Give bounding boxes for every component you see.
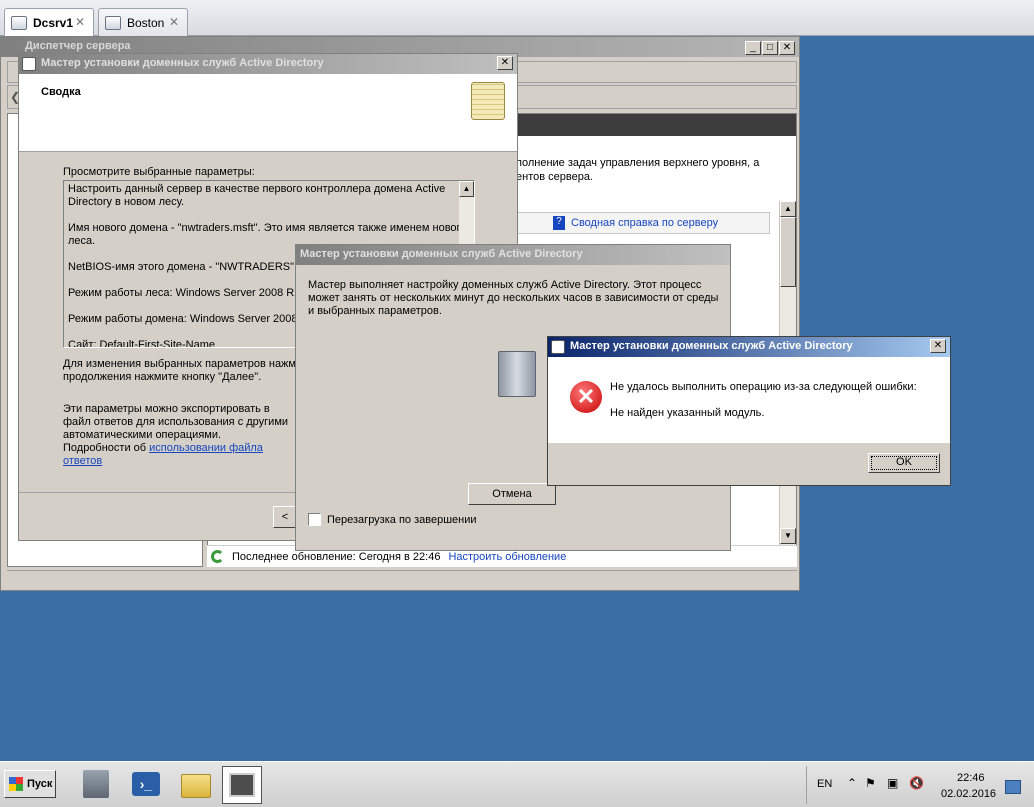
tab-boston[interactable]: Boston ✕ — [98, 8, 188, 36]
progress-title: Мастер установки доменных служб Active D… — [300, 248, 583, 260]
review-label: Просмотрите выбранные параметры: — [63, 166, 255, 178]
change-instructions: Для изменения выбранных параметров нажм … — [63, 358, 296, 383]
answer-file-link-2[interactable]: ответов — [63, 455, 102, 467]
close-icon[interactable]: ✕ — [169, 15, 179, 29]
close-button[interactable]: ✕ — [930, 339, 946, 353]
vm-icon — [11, 15, 27, 30]
error-icon: ✕ — [570, 381, 602, 413]
refresh-icon — [211, 550, 224, 563]
error-line-2: Не найден указанный модуль. — [610, 407, 765, 419]
answer-file-link[interactable]: использовании файла — [149, 442, 263, 454]
explorer-folder-icon[interactable] — [176, 766, 216, 804]
vm-tab-bar: Dcsrv1 ✕ Boston ✕ — [0, 0, 1034, 36]
error-line-1: Не удалось выполнить операцию из-за след… — [610, 381, 917, 393]
start-button[interactable]: Пуск — [4, 770, 56, 798]
export-text: Эти параметры можно экспортировать в фай… — [63, 403, 289, 441]
vm-icon — [105, 15, 121, 30]
windows-logo-icon — [9, 777, 23, 791]
reboot-label: Перезагрузка по завершении — [327, 513, 477, 526]
error-body: ✕ Не удалось выполнить операцию из-за сл… — [548, 357, 950, 443]
show-hidden-icons-icon[interactable]: ⌃ — [847, 776, 857, 790]
details-description: полнение задач управления верхнего уровн… — [516, 157, 760, 183]
system-tray: EN ⌃ ⚑ ▣ 🔇 22:46 02.02.2016 — [806, 766, 1034, 804]
error-title-bar: Мастер установки доменных служб Active D… — [548, 337, 950, 357]
powershell-icon[interactable]: ›_ — [126, 766, 166, 804]
help-icon: ? — [553, 216, 565, 230]
wizard-icon — [551, 340, 565, 354]
last-update-text: Последнее обновление: Сегодня в 22:46 — [232, 550, 441, 563]
scroll-thumb[interactable] — [780, 217, 796, 287]
cancel-button[interactable]: Отмена — [468, 483, 556, 505]
progress-message: Мастер выполняет настройку доменных служ… — [308, 279, 719, 317]
server-manager-taskbar-icon[interactable] — [76, 766, 116, 804]
wizard-taskbar-icon[interactable] — [222, 766, 262, 804]
scroll-up-button[interactable]: ▲ — [459, 181, 474, 197]
clock-date[interactable]: 02.02.2016 — [941, 788, 996, 800]
wizard-header: Сводка — [19, 74, 517, 152]
tab-dcsrv1[interactable]: Dcsrv1 ✕ — [4, 8, 94, 36]
details-prefix: Подробности об — [63, 442, 150, 454]
volume-muted-icon[interactable]: 🔇 — [909, 776, 924, 790]
page-title: Сводка — [41, 86, 81, 98]
language-indicator[interactable]: EN — [817, 778, 832, 790]
show-desktop-icon[interactable] — [1005, 780, 1021, 794]
server-icon — [498, 351, 536, 397]
ok-button[interactable]: OK — [868, 453, 940, 473]
minimize-button[interactable]: _ — [745, 41, 761, 55]
wizard-title: Мастер установки доменных служб Active D… — [41, 57, 324, 69]
progress-title-bar: Мастер установки доменных служб Active D… — [296, 245, 730, 265]
help-link-box[interactable]: ? Сводная справка по серверу — [516, 212, 770, 234]
close-button[interactable]: ✕ — [497, 56, 513, 70]
book-icon — [471, 82, 505, 120]
close-icon[interactable]: ✕ — [75, 15, 85, 29]
summary-line: Настроить данный сервер в качестве перво… — [68, 183, 446, 208]
status-bar — [7, 570, 797, 588]
clock-time[interactable]: 22:46 — [957, 772, 985, 784]
configure-update-link[interactable]: Настроить обновление — [448, 551, 566, 563]
start-label: Пуск — [27, 778, 53, 790]
maximize-button[interactable]: □ — [762, 41, 778, 55]
reboot-checkbox[interactable] — [308, 513, 321, 526]
taskbar: Пуск ›_ EN ⌃ ⚑ ▣ 🔇 22:46 02.02.2016 — [0, 761, 1034, 807]
error-dialog: Мастер установки доменных служб Active D… — [547, 336, 951, 486]
wizard-icon — [22, 57, 36, 71]
network-icon[interactable]: ▣ — [887, 776, 898, 790]
details-paragraph: Подробности об использовании файла ответ… — [63, 442, 303, 468]
help-link[interactable]: Сводная справка по серверу — [571, 217, 718, 229]
close-button[interactable]: ✕ — [779, 41, 795, 55]
scroll-up-button[interactable]: ▲ — [780, 201, 796, 217]
tab-label: Boston — [127, 15, 165, 30]
reboot-option[interactable]: Перезагрузка по завершении — [308, 513, 477, 526]
error-title: Мастер установки доменных служб Active D… — [570, 340, 853, 352]
flag-icon[interactable]: ⚑ — [865, 776, 876, 790]
scroll-down-button[interactable]: ▼ — [780, 528, 796, 544]
wizard-title-bar: Мастер установки доменных служб Active D… — [19, 54, 517, 74]
tab-label: Dcsrv1 — [33, 15, 74, 30]
back-button[interactable]: < — [273, 506, 297, 528]
